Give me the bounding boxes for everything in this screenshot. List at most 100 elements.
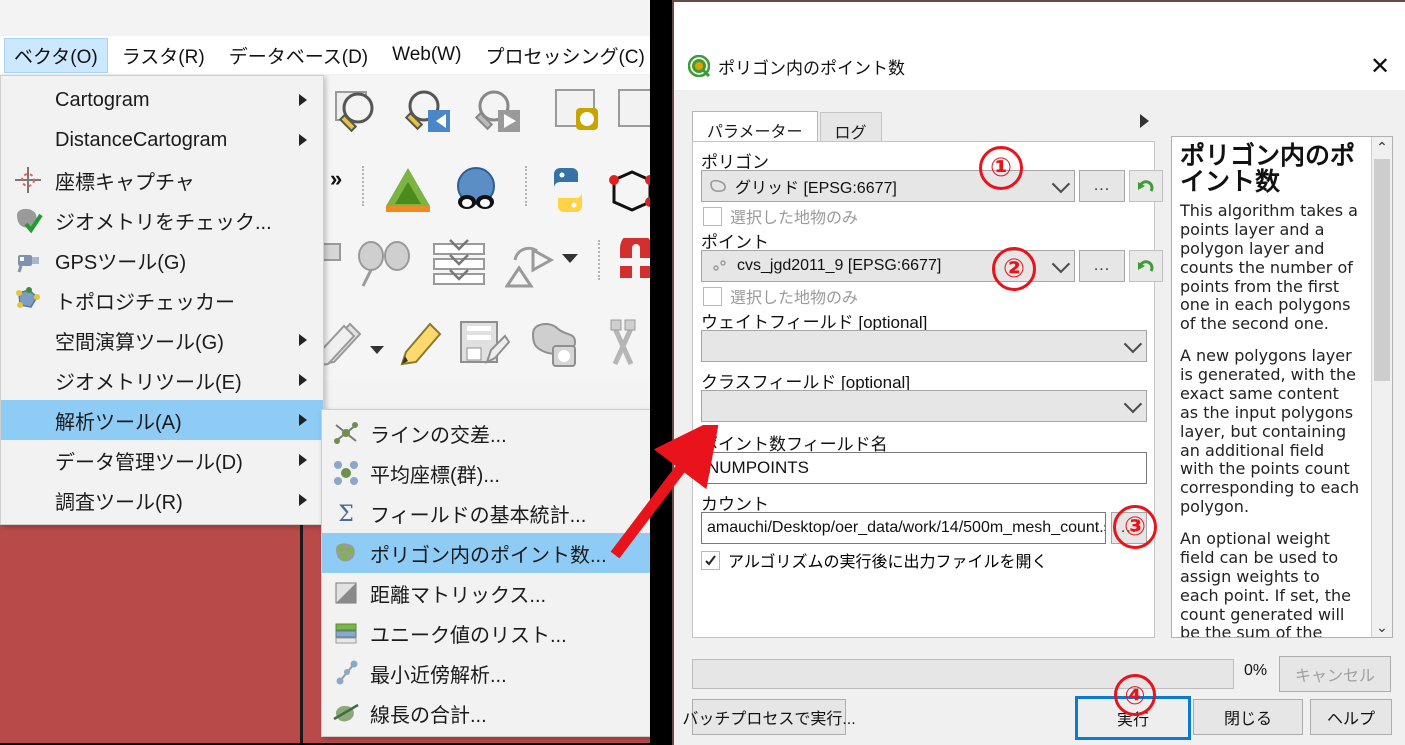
- menu-item-cartogram[interactable]: Cartogram: [1, 80, 323, 120]
- submenu-item-label: ユニーク値のリスト...: [370, 624, 567, 647]
- layout-manager-icon[interactable]: [615, 86, 650, 142]
- submenu-item-basic-statistics[interactable]: Σ フィールドの基本統計...: [322, 493, 650, 533]
- submenu-item-count-points-in-polygon[interactable]: ポリゴン内のポイント数...: [322, 533, 650, 573]
- merge-attributes-icon[interactable]: [430, 238, 488, 290]
- canvas-divider: [300, 521, 303, 743]
- class-field-combo[interactable]: [701, 390, 1147, 422]
- submenu-item-sum-line-lengths[interactable]: 線長の合計...: [322, 693, 650, 733]
- scroll-up-icon[interactable]: ⌃: [1372, 137, 1392, 157]
- chevron-down-icon[interactable]: [370, 346, 384, 354]
- menu-raster[interactable]: ラスタ(R): [112, 38, 215, 73]
- rotate-feature-icon[interactable]: [505, 238, 557, 290]
- weight-field-combo[interactable]: [701, 330, 1147, 362]
- menu-item-geometry-tools[interactable]: ジオメトリツール(E): [1, 360, 323, 400]
- menu-item-label: 座標キャプチャ: [55, 171, 195, 194]
- toolbar-grip[interactable]: [598, 240, 605, 280]
- points-browse-button[interactable]: ...: [1079, 250, 1125, 282]
- help-content: ポリゴン内のポイント数 This algorithm takes a point…: [1172, 137, 1370, 637]
- submenu-item-label: ポリゴン内のポイント数...: [370, 544, 607, 567]
- polygon-value: グリッド [EPSG:6677]: [735, 180, 897, 197]
- metasearch-icon[interactable]: [448, 162, 504, 218]
- menu-item-coordinate-capture[interactable]: 座標キャプチャ: [1, 160, 323, 200]
- chevron-down-icon[interactable]: [1051, 174, 1071, 194]
- merge-features-icon[interactable]: [355, 238, 413, 290]
- close-button[interactable]: 閉じる: [1193, 699, 1303, 735]
- help-paragraph-2: A new polygons layer is generated, with …: [1180, 346, 1360, 517]
- help-button[interactable]: ヘルプ: [1310, 699, 1392, 735]
- count-output-input[interactable]: amauchi/Desktop/oer_data/work/14/500m_me…: [701, 512, 1106, 544]
- polygon-browse-button[interactable]: ...: [1079, 170, 1125, 202]
- scrollbar-thumb[interactable]: [1374, 159, 1390, 381]
- submenu-item-line-intersections[interactable]: ラインの交差...: [322, 413, 650, 453]
- menu-item-topology-checker[interactable]: トポロジチェッカー: [1, 280, 323, 320]
- menu-item-data-management-tools[interactable]: データ管理ツール(D): [1, 440, 323, 480]
- menu-item-check-geometry[interactable]: ジオメトリをチェック...: [1, 200, 323, 240]
- menu-processing[interactable]: プロセッシング(C): [475, 38, 650, 73]
- submenu-item-label: 線長の合計...: [370, 704, 487, 727]
- submenu-arrow-icon: [299, 374, 307, 386]
- annotation-marker-4: ④: [1114, 674, 1156, 716]
- menu-item-distancecartogram[interactable]: DistanceCartogram: [1, 120, 323, 160]
- menu-item-research-tools[interactable]: 調査ツール(R): [1, 480, 323, 520]
- save-edits-icon[interactable]: [455, 316, 511, 372]
- submenu-arrow-icon: [299, 334, 307, 346]
- menu-item-label: DistanceCartogram: [55, 128, 228, 151]
- menu-item-gps-tools[interactable]: GPSツール(G): [1, 240, 323, 280]
- polygon-iterate-button[interactable]: [1129, 170, 1163, 202]
- chevron-down-icon[interactable]: [1123, 334, 1143, 354]
- menu-database[interactable]: データベース(D): [219, 38, 378, 73]
- menu-web[interactable]: Web(W): [382, 40, 471, 70]
- open-output-row[interactable]: アルゴリズムの実行後に出力ファイルを開く: [701, 548, 1048, 572]
- checkbox-checked-icon[interactable]: [701, 550, 720, 570]
- cancel-button[interactable]: キャンセル: [1279, 656, 1391, 692]
- close-icon[interactable]: ✕: [1363, 52, 1397, 82]
- chevron-down-icon[interactable]: [562, 254, 578, 263]
- sigma-icon: Σ: [322, 493, 370, 533]
- submenu-item-nearest-neighbour[interactable]: 最小近傍解析...: [322, 653, 650, 693]
- zoom-next-icon[interactable]: [470, 86, 526, 142]
- qgis-triangle-icon[interactable]: [380, 162, 436, 218]
- scroll-down-icon[interactable]: ⌄: [1372, 617, 1392, 637]
- zoom-last-icon[interactable]: [400, 86, 456, 142]
- toolbar-grip[interactable]: [525, 166, 532, 206]
- checkbox-unchecked-icon[interactable]: [703, 206, 722, 226]
- help-scrollbar[interactable]: ⌃ ⌄: [1371, 137, 1392, 637]
- menu-item-label: 空間演算ツール(G): [55, 331, 224, 354]
- measure-icon[interactable]: [595, 316, 650, 372]
- checkbox-unchecked-icon[interactable]: [703, 286, 722, 306]
- progress-percent: 0%: [1244, 662, 1268, 679]
- open-output-label: アルゴリズムの実行後に出力ファイルを開く: [728, 554, 1048, 571]
- snapping-magnet-icon[interactable]: [612, 238, 650, 290]
- submenu-item-label: 距離マトリックス...: [370, 584, 547, 607]
- new-map-view-icon[interactable]: [550, 86, 606, 142]
- menu-vector[interactable]: ベクタ(O): [4, 37, 108, 73]
- batch-process-button[interactable]: バッチプロセスで実行...: [682, 699, 856, 735]
- python-console-icon[interactable]: [540, 162, 596, 218]
- blank-icon: [1, 400, 55, 440]
- submenu-item-list-unique-values[interactable]: ユニーク値のリスト...: [322, 613, 650, 653]
- chevron-down-icon[interactable]: [1123, 394, 1143, 414]
- annotation-marker-3: ③: [1113, 505, 1157, 549]
- chevron-down-icon[interactable]: [1051, 254, 1071, 274]
- count-field-name-input[interactable]: NUMPOINTS: [701, 452, 1147, 484]
- zoom-full-icon[interactable]: [330, 86, 386, 142]
- polygon-selected-only-row[interactable]: 選択した地物のみ: [703, 204, 858, 228]
- toolbar-overflow-icon[interactable]: »: [330, 166, 342, 192]
- edit-pencil-icon[interactable]: [392, 314, 444, 372]
- add-polygon-feature-icon[interactable]: [525, 316, 581, 372]
- node-tool-icon[interactable]: [608, 164, 650, 220]
- analysis-tools-submenu: ラインの交差... 平均座標(群)... Σ フィールドの基本統計... ポリゴ…: [321, 409, 650, 737]
- blank-icon: [1, 320, 55, 360]
- tab-scroll-right-icon[interactable]: [1140, 114, 1149, 128]
- submenu-item-mean-coordinates[interactable]: 平均座標(群)...: [322, 453, 650, 493]
- menu-item-analysis-tools[interactable]: 解析ツール(A): [1, 400, 323, 440]
- qgis-logo-icon: [688, 55, 710, 77]
- menu-item-label: 調査ツール(R): [55, 491, 183, 514]
- points-iterate-button[interactable]: [1129, 250, 1163, 282]
- help-title: ポリゴン内のポイント数: [1180, 141, 1356, 196]
- points-selected-only-row[interactable]: 選択した地物のみ: [703, 284, 858, 308]
- geometry-check-icon: [1, 200, 55, 240]
- toolbar-grip[interactable]: [362, 166, 369, 206]
- menu-item-geoprocessing-tools[interactable]: 空間演算ツール(G): [1, 320, 323, 360]
- submenu-item-distance-matrix[interactable]: 距離マトリックス...: [322, 573, 650, 613]
